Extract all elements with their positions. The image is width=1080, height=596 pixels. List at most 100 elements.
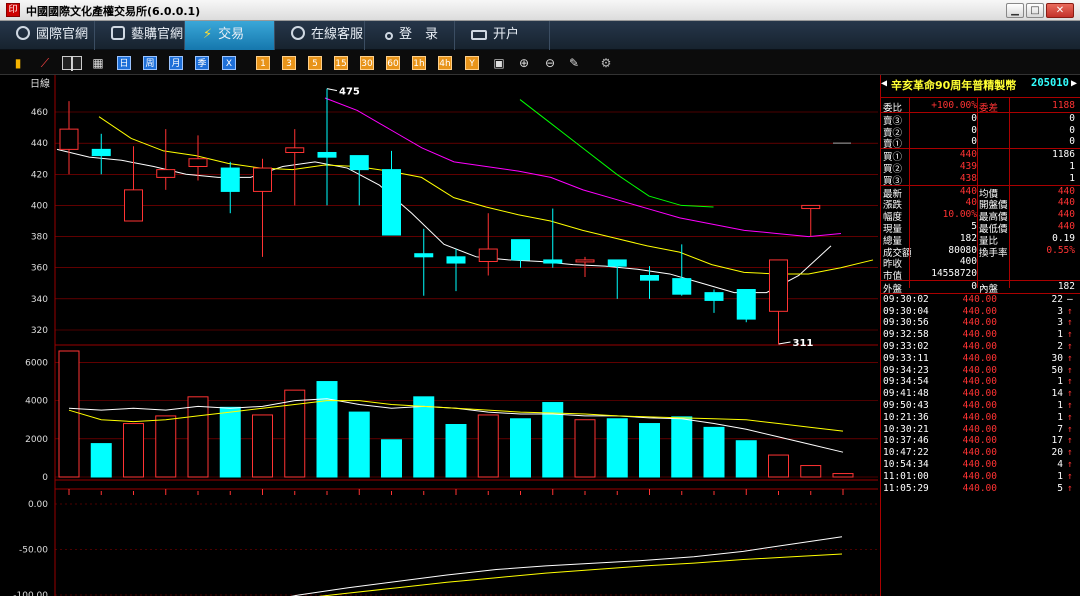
tick-direction-icon: —: [1067, 293, 1073, 305]
tab-art-shop-site[interactable]: 藝購官網: [95, 21, 185, 50]
globe-icon: [16, 26, 30, 40]
period-x-button[interactable]: X: [222, 56, 236, 70]
period-month-button[interactable]: 月: [169, 56, 183, 70]
min-15-button[interactable]: 15: [334, 56, 348, 70]
volume-bar: [832, 473, 854, 478]
tick-direction-icon: ↑: [1067, 470, 1073, 482]
period-week-button[interactable]: 周: [143, 56, 157, 70]
price-tick-label: 340: [31, 295, 48, 305]
zoom-out-icon[interactable]: ⊖: [542, 56, 558, 70]
tab-open-account[interactable]: 开户: [455, 21, 550, 50]
period-label: 日線: [30, 77, 50, 90]
sell-level-volume: 0: [1069, 136, 1075, 148]
indicator-white-line: [290, 536, 843, 596]
next-arrow-icon[interactable]: ▶: [1071, 78, 1077, 89]
tick-volume: 14: [1051, 388, 1063, 400]
period-quarter-button[interactable]: 季: [195, 56, 209, 70]
volume-bar: [703, 426, 725, 478]
volume-bar: [606, 418, 628, 478]
tick-direction-icon: ↑: [1067, 305, 1073, 317]
minimize-button[interactable]: ▁: [1006, 3, 1024, 18]
buy-level-volume: 1: [1069, 172, 1075, 184]
min-5-button[interactable]: 5: [308, 56, 322, 70]
picture-icon[interactable]: ▣: [491, 56, 507, 70]
market-cap-value: 14558720: [931, 268, 977, 280]
candle: [317, 88, 337, 206]
tab-trade[interactable]: ⚡ 交易: [185, 21, 275, 50]
indicator-axis: 0.00 -50.00 -100.00: [13, 500, 48, 596]
volume-bar: [735, 440, 757, 478]
price-tick-label: 440: [31, 139, 48, 149]
stat-value: 440: [1057, 221, 1075, 232]
min-3-button[interactable]: 3: [282, 56, 296, 70]
min-60-button[interactable]: 60: [386, 56, 400, 70]
tick-price: 440.00: [962, 376, 997, 388]
candle-body: [607, 259, 627, 267]
tick-direction-icon: ↑: [1067, 411, 1073, 423]
candle-body: [188, 158, 208, 168]
tick-time: 09:34:54: [883, 376, 929, 388]
tick-direction-icon: ↑: [1067, 352, 1073, 364]
high-pointer: [326, 88, 338, 92]
tick-volume: 1: [1057, 411, 1063, 423]
prev-close-value: 400: [959, 256, 977, 268]
stat-value: 40: [965, 197, 977, 209]
candle-body: [124, 189, 143, 222]
min-30-button[interactable]: 30: [360, 56, 374, 70]
candle-body: [59, 128, 79, 150]
candle-body: [285, 147, 305, 153]
tick-volume: 1: [1057, 376, 1063, 388]
calendar-icon[interactable]: ▦: [90, 56, 106, 70]
close-button[interactable]: ✕: [1046, 3, 1074, 18]
maximize-button[interactable]: □: [1026, 3, 1044, 18]
prev-arrow-icon[interactable]: ◀: [881, 78, 887, 89]
sell-level-price: 0: [971, 136, 977, 148]
stat-value: 10.00%: [942, 209, 977, 221]
hour-4-button[interactable]: 4h: [438, 56, 452, 70]
candle: [414, 228, 434, 296]
bar-chart-icon[interactable]: ▮: [10, 56, 26, 70]
volume-bar: [123, 423, 144, 478]
volume-bars: [58, 350, 854, 495]
candle: [478, 213, 498, 276]
volume-bar: [574, 419, 596, 478]
candle: [704, 289, 724, 313]
chat-icon: [291, 26, 305, 40]
gear-icon[interactable]: ⚙: [598, 56, 614, 70]
tab-online-support[interactable]: 在線客服: [275, 21, 365, 50]
line-chart-icon[interactable]: ⟋: [37, 56, 53, 70]
zoom-in-icon[interactable]: ⊕: [516, 56, 532, 70]
candle-body: [253, 167, 272, 192]
candle: [769, 259, 788, 345]
indicator-tick-label: -100.00: [13, 591, 48, 596]
candle: [801, 204, 821, 237]
candlestick-icon[interactable]: ┃: [62, 56, 82, 71]
tick-direction-icon: ↑: [1067, 459, 1073, 470]
tick-time: 09:30:56: [883, 317, 929, 329]
buy-level-volume: 1: [1069, 161, 1075, 172]
outer-volume-value: 0: [971, 281, 977, 292]
min-1-button[interactable]: 1: [256, 56, 270, 70]
period-day-button[interactable]: 日: [117, 56, 131, 70]
tick-time: 09:33:11: [883, 352, 929, 364]
buy-level-price: 440: [959, 149, 977, 161]
candle: [156, 129, 176, 190]
tick-volume: 1: [1057, 329, 1063, 341]
tab-login[interactable]: 登 录: [365, 21, 455, 50]
kline-chart[interactable]: 日線 460 440 420 400 380 360 340 320 6000 4000 2000…: [0, 75, 880, 596]
year-button[interactable]: Y: [465, 56, 479, 70]
hour-1-button[interactable]: 1h: [412, 56, 426, 70]
candle-body: [478, 248, 498, 262]
tick-price: 440.00: [962, 423, 997, 435]
tab-international-site[interactable]: 國際官網: [0, 21, 95, 50]
panel-column-divider: [977, 98, 978, 288]
quote-panel: ◀ 辛亥革命90周年普精製幣 205010 ▶ 委比 +100.00% 委差 1188…: [880, 75, 1080, 596]
candle-body: [543, 259, 563, 264]
candle-body: [575, 259, 595, 263]
tick-direction-icon: ↑: [1067, 482, 1073, 494]
tick-time: 09:30:02: [883, 293, 929, 305]
draw-icon[interactable]: ✎: [566, 56, 582, 70]
candle-body: [414, 253, 434, 258]
candle-body: [704, 292, 724, 301]
tick-volume: 5: [1057, 482, 1063, 494]
